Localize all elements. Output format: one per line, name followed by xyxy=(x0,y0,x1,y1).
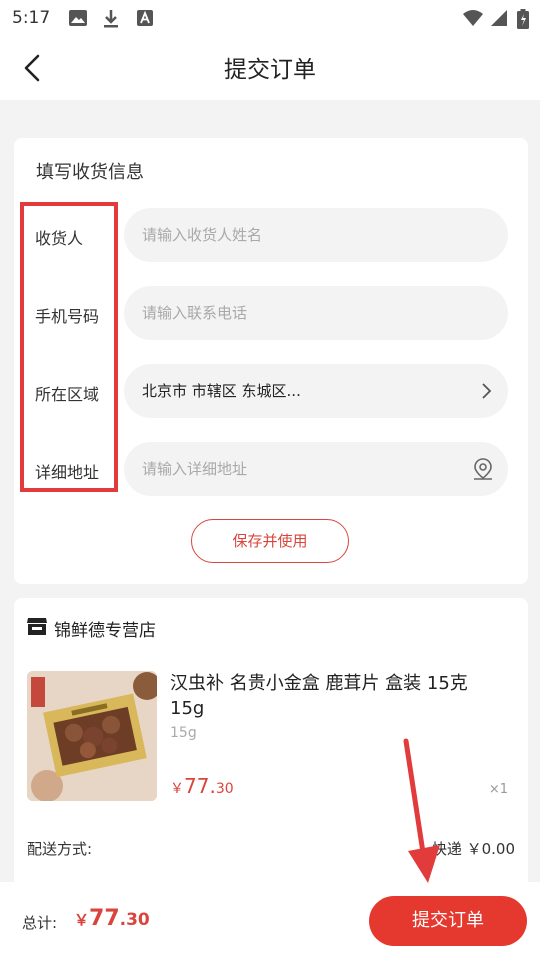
status-bar: 5:17 xyxy=(0,0,540,36)
region-value: 北京市 市辖区 东城区... xyxy=(142,382,301,400)
signal-icon xyxy=(491,10,507,26)
download-icon xyxy=(104,10,118,28)
chevron-right-icon xyxy=(482,383,492,399)
receiver-name-placeholder: 请输入收货人姓名 xyxy=(142,226,263,244)
total-integer: 77 xyxy=(89,906,120,931)
phone-placeholder: 请输入联系电话 xyxy=(142,304,248,322)
nav-bar: 提交订单 xyxy=(0,36,540,100)
address-section-title: 填写收货信息 xyxy=(36,162,144,183)
region-selector[interactable]: 北京市 市辖区 东城区... xyxy=(124,364,508,418)
page-title: 提交订单 xyxy=(224,57,316,83)
product-spec: 15g xyxy=(170,725,197,741)
total-currency: ￥ xyxy=(74,911,90,929)
total-decimal: .30 xyxy=(119,910,150,930)
total-price: ￥77.30 xyxy=(74,906,150,931)
checkout-bar: 总计: ￥77.30 提交订单 xyxy=(0,882,540,960)
save-and-use-button[interactable]: 保存并使用 xyxy=(191,519,349,563)
text-a-icon xyxy=(137,10,153,26)
battery-icon xyxy=(517,9,529,29)
status-time: 5:17 xyxy=(12,8,51,28)
product-quantity: ×1 xyxy=(488,782,508,797)
total-label: 总计: xyxy=(22,914,58,932)
product-price: ￥77.30 xyxy=(170,774,234,798)
product-price-decimal: 30 xyxy=(215,781,234,797)
phone-input[interactable]: 请输入联系电话 xyxy=(124,286,508,340)
receiver-name-input[interactable]: 请输入收货人姓名 xyxy=(124,208,508,262)
address-detail-input[interactable]: 请输入详细地址 xyxy=(124,442,508,496)
label-highlight-box xyxy=(20,202,118,492)
location-pin-icon[interactable] xyxy=(472,457,494,481)
wifi-icon xyxy=(463,10,483,26)
product-title: 汉虫补 名贵小金盒 鹿茸片 盒装 15克 15g xyxy=(170,673,468,719)
shop-name: 锦鲜德专营店 xyxy=(54,621,156,641)
image-icon xyxy=(69,10,87,26)
store-icon xyxy=(27,618,47,635)
product-price-currency: ￥ xyxy=(170,781,184,797)
product-image[interactable] xyxy=(27,671,157,801)
shipping-label: 配送方式: xyxy=(27,840,93,858)
order-card: 锦鲜德专营店 汉虫补 名贵小金盒 鹿茸片 盒装 15克 15g 15g ￥77.… xyxy=(14,598,528,898)
address-detail-placeholder: 请输入详细地址 xyxy=(142,460,248,478)
shop-row[interactable]: 锦鲜德专营店 xyxy=(26,615,156,641)
product-price-integer: 77. xyxy=(184,774,216,798)
shipping-value[interactable]: 快递 ￥0.00 xyxy=(432,838,515,859)
submit-order-button[interactable]: 提交订单 xyxy=(369,896,527,946)
